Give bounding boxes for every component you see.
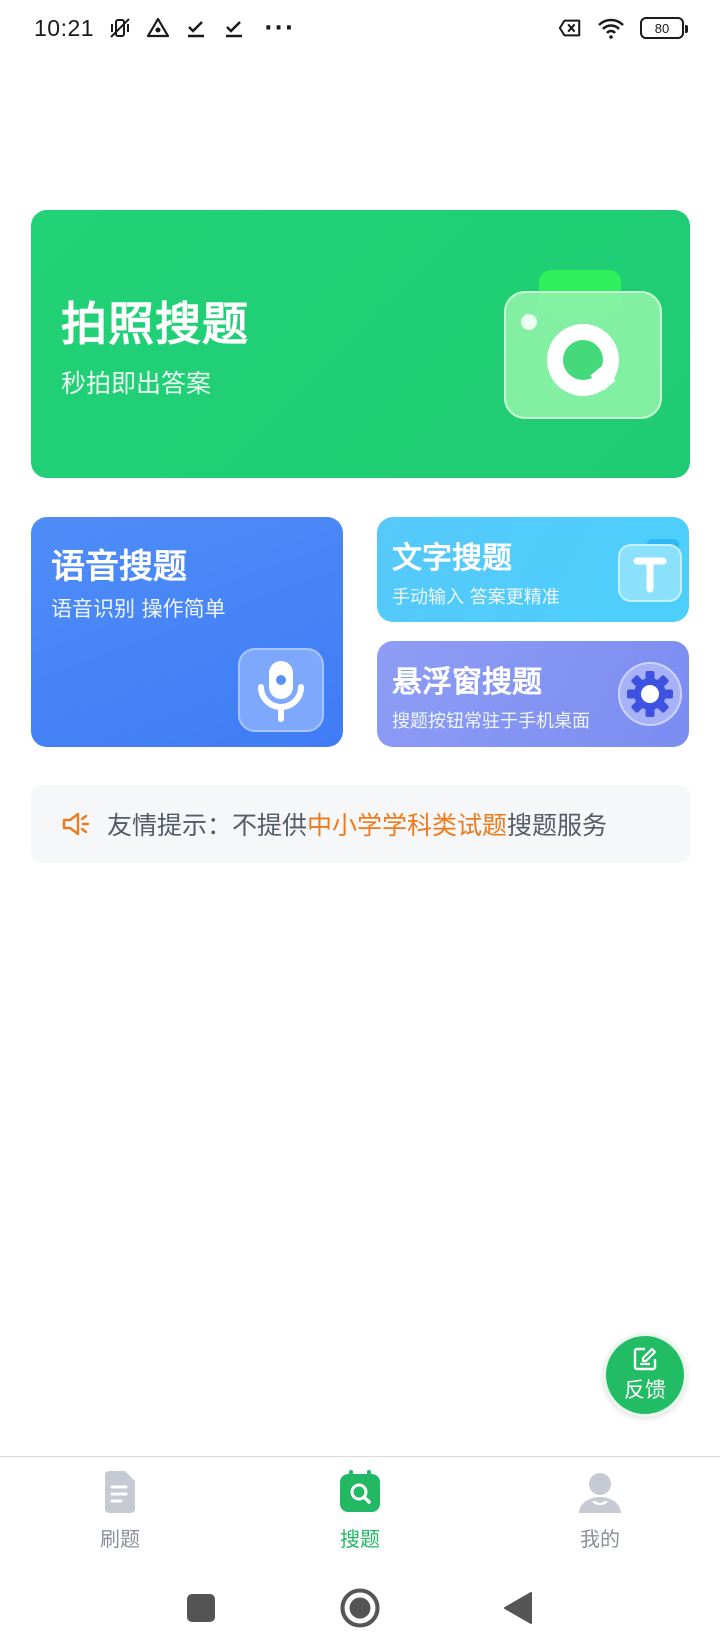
status-time: 10:21 [34,14,95,41]
no-sim-icon [558,19,581,37]
photo-search-card[interactable]: 拍照搜题 秒拍即出答案 [31,210,690,478]
system-nav-bar [0,1566,720,1650]
feedback-button[interactable]: 反馈 [603,1333,687,1417]
floating-window-search-title: 悬浮窗搜题 [392,665,542,700]
voice-search-subtitle: 语音识别 操作简单 [51,597,226,621]
friendly-tip-bar: 友情提示：不提供中小学学科类试题搜题服务 [31,785,690,863]
back-icon[interactable] [501,1590,537,1626]
text-search-title: 文字搜题 [392,541,512,576]
home-icon[interactable] [339,1587,381,1629]
search-tab-icon [340,1470,380,1512]
tip-prefix: 友情提示：不提供 [107,811,308,840]
photo-search-title: 拍照搜题 [61,297,249,351]
vibrate-off-icon [110,18,130,38]
tip-suffix: 搜题服务 [507,811,608,840]
text-search-subtitle: 手动输入 答案更精准 [392,587,560,608]
battery-indicator: 80 [640,17,688,39]
microphone-icon [238,648,324,732]
text-t-icon [618,539,682,602]
nav-item-search[interactable]: 搜题 [260,1457,460,1552]
speaker-icon [62,812,90,836]
download-done-icon [188,21,205,38]
feedback-label: 反馈 [624,1378,666,1402]
search-screen: 10:21 ··· 80 拍照搜题 秒拍即出答案 语音搜题 语音识别 操作简单 … [0,0,720,1650]
download-done-icon [226,21,243,38]
friendly-tip-text: 友情提示：不提供中小学学科类试题搜题服务 [107,806,607,842]
more-notifications-icon: ··· [264,15,296,41]
floating-window-search-card[interactable]: 悬浮窗搜题 搜题按钮常驻于手机桌面 [377,641,689,747]
camera-icon [504,270,662,419]
gear-icon [618,662,682,726]
text-search-card[interactable]: 文字搜题 手动输入 答案更精准 [377,517,689,622]
wifi-icon [598,18,624,39]
tip-highlight: 中小学学科类试题 [307,811,508,840]
voice-search-card[interactable]: 语音搜题 语音识别 操作简单 [31,517,343,747]
nav-item-profile[interactable]: 我的 [500,1457,700,1552]
nav-label-search: 搜题 [340,1527,380,1551]
edit-icon [633,1347,657,1371]
recent-apps-icon[interactable] [183,1590,219,1626]
nav-item-practice[interactable]: 刷题 [20,1457,220,1552]
user-icon [579,1473,621,1513]
photo-search-subtitle: 秒拍即出答案 [61,369,212,398]
bottom-nav: 刷题 搜题 我的 [0,1456,720,1566]
nav-label-practice: 刷题 [100,1527,140,1551]
triangle-app-icon [146,17,170,38]
voice-search-title: 语音搜题 [51,547,187,587]
floating-window-search-subtitle: 搜题按钮常驻于手机桌面 [392,711,590,732]
nav-label-profile: 我的 [580,1527,620,1551]
document-icon [105,1471,135,1513]
status-bar: 10:21 ··· 80 [0,0,720,56]
